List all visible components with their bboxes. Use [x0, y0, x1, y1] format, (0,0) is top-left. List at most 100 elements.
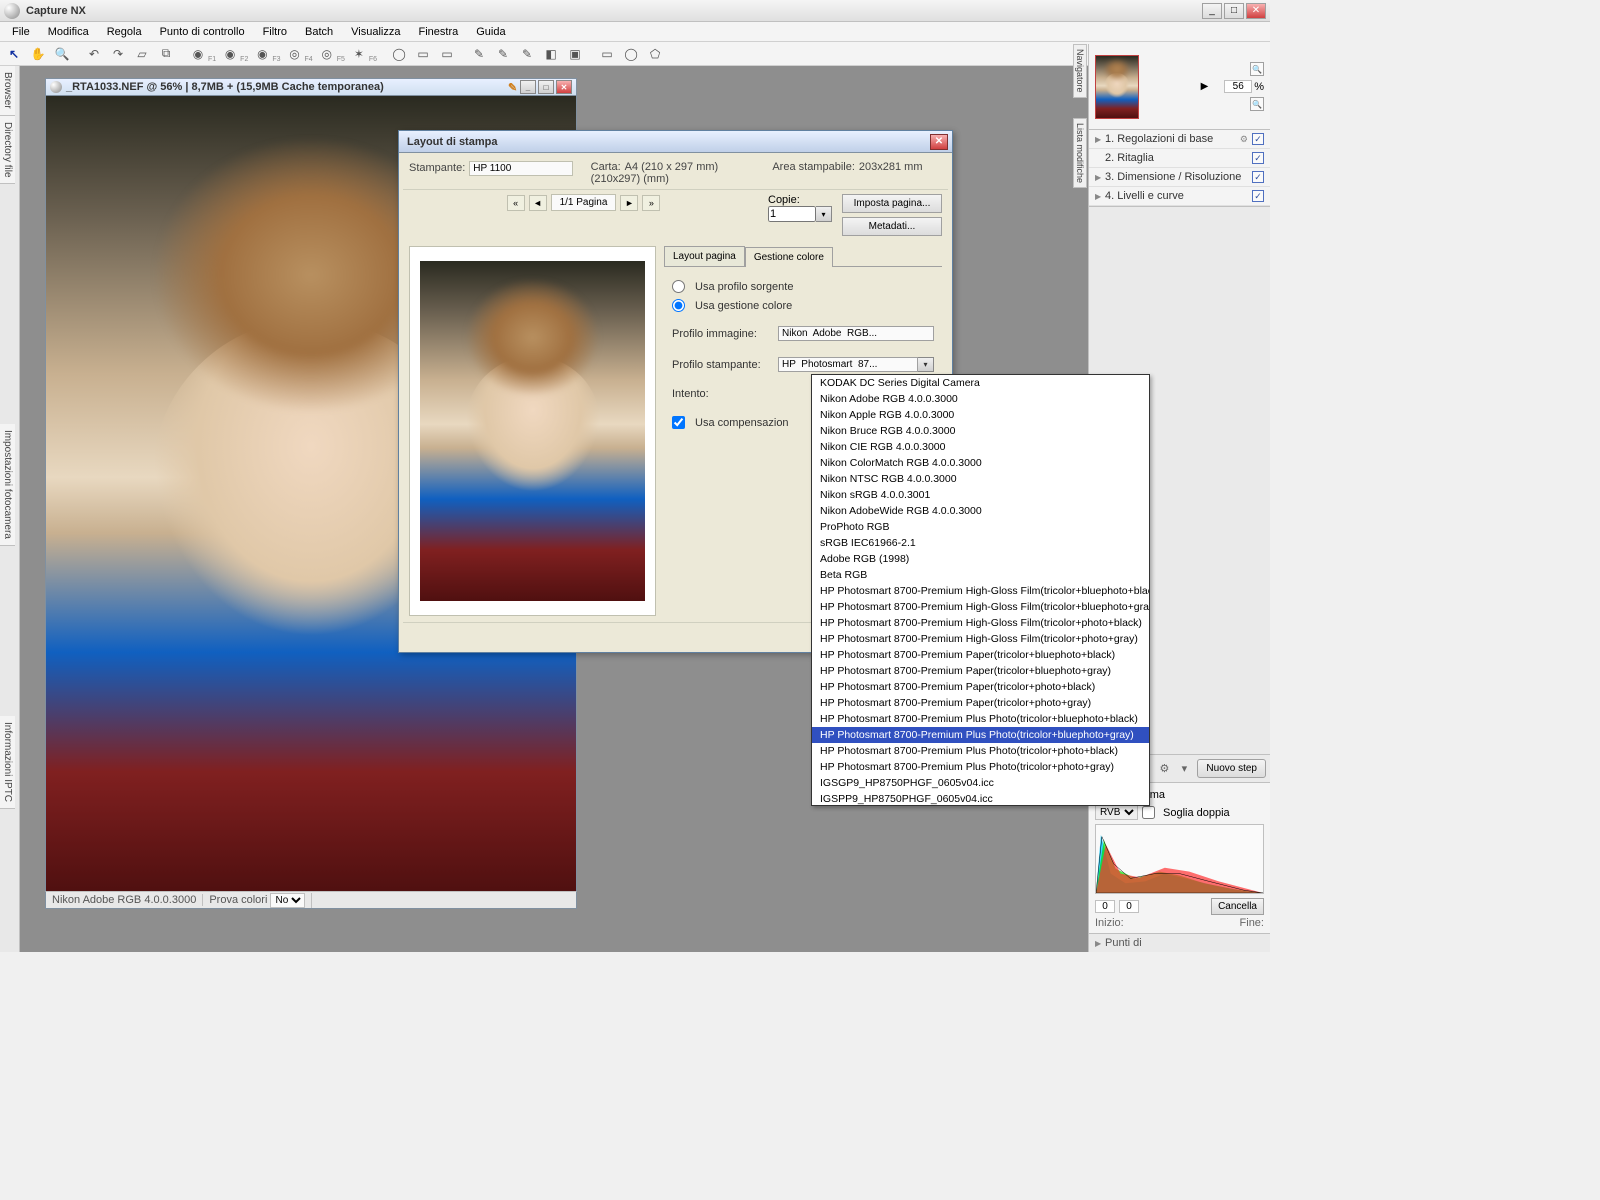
brush-minus-icon[interactable]: ✎ — [517, 44, 537, 64]
marquee-rect-icon[interactable]: ▭ — [597, 44, 617, 64]
menu-regola[interactable]: Regola — [99, 24, 150, 40]
menu-modifica[interactable]: Modifica — [40, 24, 97, 40]
menu-batch[interactable]: Batch — [297, 24, 341, 40]
tab-directory-file[interactable]: Directory file — [0, 116, 15, 185]
fill-icon[interactable]: ▣ — [565, 44, 585, 64]
crop-icon[interactable]: ⧉ — [156, 44, 176, 64]
blackpoint-checkbox[interactable] — [672, 416, 685, 429]
dropdown-item[interactable]: Nikon Bruce RGB 4.0.0.3000 — [812, 423, 1149, 439]
dropdown-item[interactable]: HP Photosmart 8700-Premium Paper(tricolo… — [812, 695, 1149, 711]
maximize-button[interactable]: □ — [1224, 3, 1244, 19]
close-button[interactable]: ✕ — [1246, 3, 1266, 19]
zoom-input[interactable] — [1224, 80, 1252, 93]
dropdown-item[interactable]: KODAK DC Series Digital Camera — [812, 375, 1149, 391]
menu-file[interactable]: File — [4, 24, 38, 40]
dialog-close-button[interactable]: ✕ — [930, 134, 948, 150]
rotate-ccw-icon[interactable]: ↶ — [84, 44, 104, 64]
tab-lista-modifiche[interactable]: Lista modifiche — [1073, 118, 1087, 188]
checkbox-icon[interactable]: ✓ — [1252, 171, 1264, 183]
pager-next-button[interactable]: ► — [620, 195, 638, 211]
tab-informazioni-iptc[interactable]: Informazioni IPTC — [0, 716, 15, 809]
document-maximize-button[interactable]: □ — [538, 80, 554, 94]
dropdown-item[interactable]: IGSGP9_HP8750PHGF_0605v04.icc — [812, 775, 1149, 791]
dropdown-item[interactable]: HP Photosmart 8700-Premium Plus Photo(tr… — [812, 711, 1149, 727]
metadata-button[interactable]: Metadati... — [842, 217, 942, 236]
tab-impostazioni-fotocamera[interactable]: Impostazioni fotocamera — [0, 424, 15, 546]
chevron-down-icon[interactable]: ▾ — [1177, 762, 1191, 776]
histogram-end-input[interactable] — [1119, 900, 1139, 913]
page-setup-button[interactable]: Imposta pagina... — [842, 194, 942, 213]
pager-last-button[interactable]: » — [642, 195, 660, 211]
punti-di-panel[interactable]: ▶ Punti di — [1089, 933, 1270, 952]
edit-list-item-2[interactable]: 2. Ritaglia✓ — [1089, 149, 1270, 168]
navigator-thumbnail[interactable] — [1095, 55, 1139, 119]
f2-control-point-icon[interactable]: ◉ — [220, 44, 240, 64]
pager-prev-button[interactable]: ◄ — [529, 195, 547, 211]
printer-profile-dropdown-list[interactable]: KODAK DC Series Digital CameraNikon Adob… — [811, 374, 1150, 806]
dropdown-item[interactable]: Nikon NTSC RGB 4.0.0.3000 — [812, 471, 1149, 487]
marquee-oval-icon[interactable]: ◯ — [621, 44, 641, 64]
hand-tool-icon[interactable]: ✋ — [28, 44, 48, 64]
dropdown-item[interactable]: Nikon sRGB 4.0.0.3001 — [812, 487, 1149, 503]
marquee-poly-icon[interactable]: ⬠ — [645, 44, 665, 64]
tab-browser[interactable]: Browser — [0, 66, 15, 116]
f4-control-point-icon[interactable]: ◎ — [285, 44, 305, 64]
gradient-icon[interactable]: ◧ — [541, 44, 561, 64]
dropdown-item[interactable]: HP Photosmart 8700-Premium Plus Photo(tr… — [812, 727, 1149, 743]
select-plus-icon[interactable]: ▭ — [413, 44, 433, 64]
dropdown-item[interactable]: sRGB IEC61966-2.1 — [812, 535, 1149, 551]
dropdown-item[interactable]: HP Photosmart 8700-Premium Paper(tricolo… — [812, 679, 1149, 695]
dropdown-item[interactable]: Nikon AdobeWide RGB 4.0.0.3000 — [812, 503, 1149, 519]
dropdown-item[interactable]: HP Photosmart 8700-Premium High-Gloss Fi… — [812, 599, 1149, 615]
gear-icon[interactable]: ⚙ — [1157, 762, 1171, 776]
histogram-start-input[interactable] — [1095, 900, 1115, 913]
status-proof-select[interactable]: No — [270, 893, 305, 908]
f1-control-point-icon[interactable]: ◉ — [188, 44, 208, 64]
f3-control-point-icon[interactable]: ◉ — [252, 44, 272, 64]
edit-list-item-4[interactable]: ▶4. Livelli e curve✓ — [1089, 187, 1270, 206]
printer-profile-combo[interactable] — [778, 357, 918, 372]
dropdown-item[interactable]: Adobe RGB (1998) — [812, 551, 1149, 567]
select-minus-icon[interactable]: ▭ — [437, 44, 457, 64]
dropdown-item[interactable]: HP Photosmart 8700-Premium Paper(tricolo… — [812, 663, 1149, 679]
menu-punto-di-controllo[interactable]: Punto di controllo — [152, 24, 253, 40]
checkbox-icon[interactable]: ✓ — [1252, 190, 1264, 202]
pager-first-button[interactable]: « — [507, 195, 525, 211]
dropdown-item[interactable]: Nikon CIE RGB 4.0.0.3000 — [812, 439, 1149, 455]
dropdown-item[interactable]: HP Photosmart 8700-Premium Plus Photo(tr… — [812, 759, 1149, 775]
dropdown-item[interactable]: IGSPP9_HP8750PHGF_0605v04.icc — [812, 791, 1149, 806]
document-minimize-button[interactable]: _ — [520, 80, 536, 94]
f5-control-point-icon[interactable]: ◎ — [317, 44, 337, 64]
checkbox-icon[interactable]: ✓ — [1252, 152, 1264, 164]
dropdown-item[interactable]: HP Photosmart 8700-Premium High-Gloss Fi… — [812, 631, 1149, 647]
histogram-cancel-button[interactable]: Cancella — [1211, 898, 1264, 915]
tab-gestione-colore[interactable]: Gestione colore — [745, 247, 833, 267]
histogram-channel-select[interactable]: RVB — [1095, 805, 1138, 820]
menu-visualizza[interactable]: Visualizza — [343, 24, 408, 40]
zoom-tool-icon[interactable]: 🔍 — [52, 44, 72, 64]
copies-input[interactable] — [768, 206, 816, 222]
dropdown-item[interactable]: HP Photosmart 8700-Premium High-Gloss Fi… — [812, 615, 1149, 631]
image-profile-combo[interactable] — [778, 326, 934, 341]
edit-list-item-1[interactable]: ▶1. Regolazioni di base⚙✓ — [1089, 130, 1270, 149]
dropdown-item[interactable]: Nikon ColorMatch RGB 4.0.0.3000 — [812, 455, 1149, 471]
dropdown-item[interactable]: Beta RGB — [812, 567, 1149, 583]
printer-profile-dropdown-button[interactable]: ▾ — [918, 357, 934, 372]
brush-plus-icon[interactable]: ✎ — [493, 44, 513, 64]
printer-field[interactable] — [469, 161, 573, 176]
edit-list-item-3[interactable]: ▶3. Dimensione / Risoluzione✓ — [1089, 168, 1270, 187]
double-threshold-checkbox[interactable] — [1142, 806, 1155, 819]
minimize-button[interactable]: _ — [1202, 3, 1222, 19]
menu-finestra[interactable]: Finestra — [410, 24, 466, 40]
tab-navigatore[interactable]: Navigatore — [1073, 44, 1087, 98]
zoom-in-button[interactable]: 🔍 — [1250, 62, 1264, 76]
dropdown-item[interactable]: HP Photosmart 8700-Premium High-Gloss Fi… — [812, 583, 1149, 599]
dropdown-item[interactable]: ProPhoto RGB — [812, 519, 1149, 535]
menu-filtro[interactable]: Filtro — [255, 24, 295, 40]
checkbox-icon[interactable]: ✓ — [1252, 133, 1264, 145]
radio-color-management[interactable] — [672, 299, 685, 312]
dropdown-item[interactable]: Nikon Adobe RGB 4.0.0.3000 — [812, 391, 1149, 407]
rotate-cw-icon[interactable]: ↷ — [108, 44, 128, 64]
copies-spinner[interactable]: ▾ — [816, 206, 832, 222]
f6-control-point-icon[interactable]: ✶ — [349, 44, 369, 64]
